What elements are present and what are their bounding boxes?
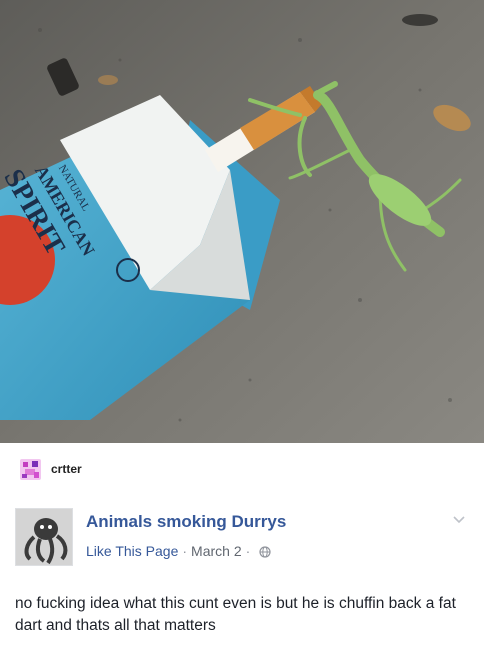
chevron-down-icon[interactable]	[451, 513, 467, 525]
post-meta: Like This Page · March 2 ·	[86, 543, 271, 559]
reblog-username[interactable]: crtter	[51, 462, 82, 476]
like-page-link[interactable]: Like This Page	[86, 543, 178, 559]
pink-pixel-avatar-icon	[20, 459, 41, 480]
globe-icon	[259, 545, 271, 558]
reblog-avatar[interactable]	[20, 459, 41, 480]
octopus-avatar-icon	[16, 509, 72, 565]
post-photo: NATURAL AMERICAN SPIRIT	[0, 0, 484, 443]
meta-separator-2: ·	[245, 543, 251, 559]
page-avatar[interactable]	[15, 508, 73, 566]
page-name-link[interactable]: Animals smoking Durrys	[86, 512, 286, 532]
reblog-header: crtter	[0, 443, 484, 495]
facebook-post: Animals smoking Durrys Like This Page · …	[0, 495, 484, 661]
photo-illustration: NATURAL AMERICAN SPIRIT	[0, 0, 484, 443]
meta-separator: ·	[182, 543, 188, 559]
post-date[interactable]: March 2	[191, 543, 242, 559]
post-text: no fucking idea what this cunt even is b…	[15, 595, 456, 634]
